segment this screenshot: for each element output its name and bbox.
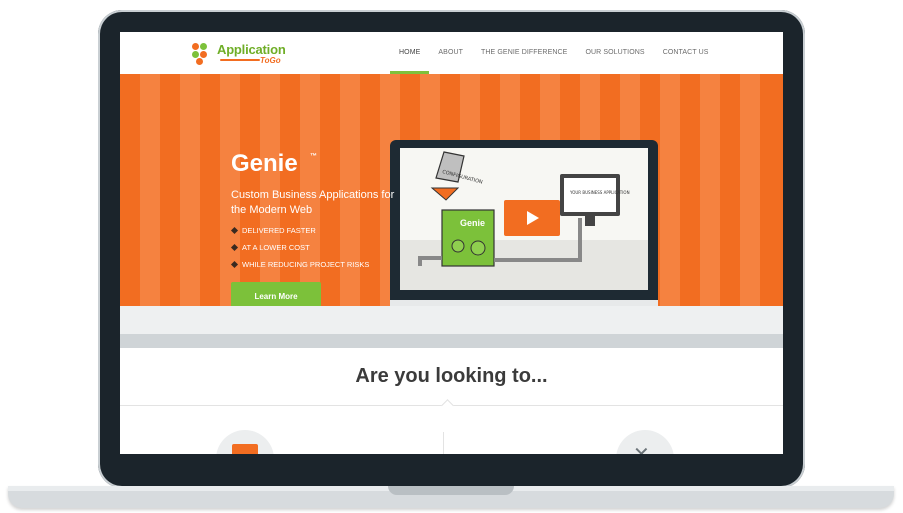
play-icon [527,211,539,225]
logo-subtext: ToGo [260,56,281,65]
hero-banner: CONFIGURATION Genie YOUR BUSINESS APPLIC… [120,74,783,306]
video-thumbnail[interactable]: CONFIGURATION Genie YOUR BUSINESS APPLIC… [400,148,648,290]
bullet-item: DELIVERED FASTER [231,222,369,239]
tools-icon: ✕ [633,442,650,454]
learn-more-button[interactable]: Learn More [231,282,321,306]
section-caret-icon [441,399,454,412]
bullet-item: WHILE REDUCING PROJECT RISKS [231,256,369,273]
genie-box-label: Genie [460,218,485,228]
nav-genie-difference[interactable]: THE GENIE DIFFERENCE [472,32,576,74]
hero-bullet-list: DELIVERED FASTER AT A LOWER COST WHILE R… [231,222,369,273]
site-logo[interactable]: Application ToGo [192,39,292,69]
website-screen: Application ToGo HOME ABOUT THE GENIE DI… [120,32,783,454]
nav-contact-us-label: CONTACT US [662,49,709,56]
trademark-mark: ™ [310,153,317,160]
nav-genie-difference-label: THE GENIE DIFFERENCE [481,49,568,56]
result-label: YOUR BUSINESS APPLICATION [569,190,630,195]
logo-swoosh [220,59,260,61]
laptop-notch [388,486,514,495]
section-title: Are you looking to... [355,365,548,387]
hero-subtitle: Custom Business Applications for the Mod… [231,189,395,216]
nav-about[interactable]: ABOUT [429,32,472,74]
site-header: Application ToGo HOME ABOUT THE GENIE DI… [120,32,783,74]
option-card-right[interactable]: ✕ [616,430,674,454]
nav-our-solutions-label: OUR SOLUTIONS [585,49,645,56]
logo-dots-icon [192,43,214,65]
column-divider [443,432,444,454]
video-monitor: CONFIGURATION Genie YOUR BUSINESS APPLIC… [390,140,658,306]
nav-contact-us[interactable]: CONTACT US [654,32,718,74]
main-nav: HOME ABOUT THE GENIE DIFFERENCE OUR SOLU… [390,32,718,74]
browser-window-icon [232,444,258,454]
hero-floor-shadow [120,334,783,348]
nav-about-label: ABOUT [438,49,464,56]
option-card-left[interactable] [216,430,274,454]
bullet-item: AT A LOWER COST [231,239,369,256]
nav-home[interactable]: HOME [390,32,430,74]
play-button[interactable] [504,200,560,236]
hero-title: Genie [231,150,298,177]
logo-text: Application [217,42,286,57]
nav-our-solutions[interactable]: OUR SOLUTIONS [576,32,653,74]
nav-home-label: HOME [399,49,421,56]
